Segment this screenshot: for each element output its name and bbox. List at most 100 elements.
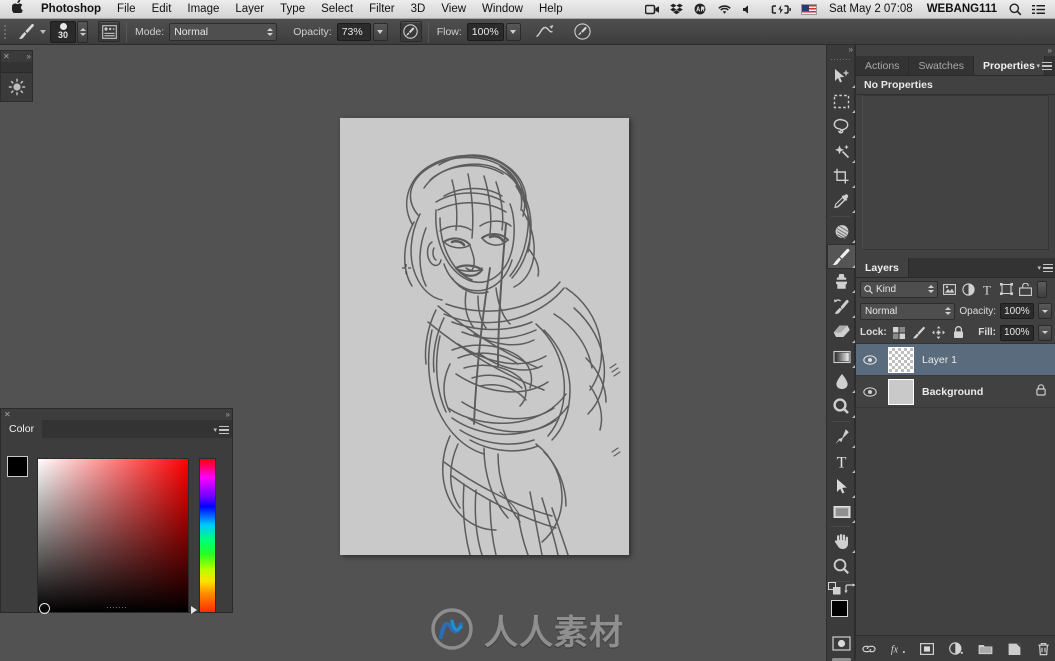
hue-slider[interactable]	[199, 458, 216, 613]
rectangular-marquee-tool[interactable]	[827, 89, 856, 114]
history-brush-tool[interactable]	[827, 294, 856, 319]
color-panel-grip[interactable]	[1, 603, 232, 612]
pen-tool[interactable]	[827, 424, 856, 449]
type-tool[interactable]: T	[827, 449, 856, 474]
layer-fill-dropdown[interactable]	[1038, 324, 1052, 341]
us-flag-icon[interactable]	[796, 3, 822, 15]
panel-menu-icon[interactable]: ▾	[1037, 258, 1053, 278]
expand-icon[interactable]: »	[226, 410, 231, 419]
gradient-tool[interactable]	[827, 344, 856, 369]
new-adjustment-layer-icon[interactable]	[948, 641, 964, 657]
brush-tool[interactable]	[827, 244, 856, 269]
foreground-color-swatch[interactable]	[831, 600, 848, 617]
eye-visible-icon[interactable]	[856, 386, 884, 397]
opacity-dropdown[interactable]	[372, 22, 388, 41]
tab-color[interactable]: Color	[1, 420, 43, 438]
blend-mode-select[interactable]: Normal	[169, 22, 278, 41]
airbrush-icon[interactable]	[399, 21, 422, 42]
path-selection-tool[interactable]	[827, 474, 856, 499]
menu-item-layer[interactable]: Layer	[227, 0, 272, 18]
crop-tool[interactable]	[827, 164, 856, 189]
lock-all-icon[interactable]	[951, 324, 967, 341]
tab-actions[interactable]: Actions	[856, 56, 910, 75]
battery-charging-icon[interactable]	[758, 4, 796, 15]
brush-settings-mini-panel[interactable]: ✕ »	[0, 50, 33, 102]
lasso-tool[interactable]	[827, 114, 856, 139]
layer-blend-mode-select[interactable]: Normal	[860, 302, 956, 320]
layer-fill-value[interactable]: 100%	[1000, 324, 1034, 341]
creative-cloud-icon[interactable]	[688, 3, 712, 15]
close-icon[interactable]: ✕	[4, 410, 11, 419]
new-group-icon[interactable]	[977, 641, 993, 657]
document-canvas[interactable]	[340, 118, 629, 555]
tab-properties[interactable]: Properties	[973, 56, 1045, 75]
volume-icon[interactable]	[737, 4, 758, 15]
layer-name[interactable]: Layer 1	[918, 354, 957, 366]
blur-tool[interactable]	[827, 369, 856, 394]
panel-menu-icon[interactable]: ▾	[213, 420, 229, 440]
menubar-datetime[interactable]: Sat May 2 07:08	[822, 0, 920, 18]
menu-item-image[interactable]: Image	[179, 0, 227, 18]
search-icon[interactable]	[1004, 3, 1027, 16]
layer-style-fx-icon[interactable]: fx	[890, 641, 906, 657]
eraser-tool[interactable]	[827, 319, 856, 344]
menu-item-photoshop[interactable]: Photoshop	[33, 0, 109, 18]
brush-size-stepper[interactable]	[77, 20, 88, 43]
link-layers-icon[interactable]	[861, 641, 877, 657]
quick-mask-icon[interactable]	[827, 632, 856, 654]
pixel-layer-filter-icon[interactable]	[941, 281, 957, 298]
tab-layers[interactable]: Layers	[856, 258, 909, 277]
spot-healing-brush-tool[interactable]	[827, 219, 856, 244]
clone-stamp-tool[interactable]	[827, 269, 856, 294]
layer-thumbnail[interactable]	[884, 346, 918, 373]
rectangle-shape-tool[interactable]	[827, 499, 856, 524]
menu-item-help[interactable]: Help	[531, 0, 571, 18]
dock-collapse-icon[interactable]: »	[856, 45, 1055, 56]
dodge-tool[interactable]	[827, 394, 856, 419]
menu-item-select[interactable]: Select	[313, 0, 361, 18]
layer-filter-kind-select[interactable]: Kind	[860, 280, 938, 298]
menu-item-window[interactable]: Window	[474, 0, 531, 18]
toolbar-color-swatches[interactable]	[827, 598, 857, 632]
filter-toggle-icon[interactable]	[1037, 280, 1047, 298]
quick-selection-tool[interactable]	[827, 139, 856, 164]
table-row[interactable]: Background	[856, 376, 1055, 408]
opacity-value[interactable]: 73%	[336, 22, 371, 41]
move-tool[interactable]	[827, 64, 856, 89]
shape-layer-filter-icon[interactable]	[998, 281, 1014, 298]
dropbox-icon[interactable]	[665, 3, 688, 15]
panel-menu-icon[interactable]: ▾	[1036, 56, 1052, 76]
flow-dropdown[interactable]	[505, 22, 521, 41]
lock-image-pixels-icon[interactable]	[911, 324, 927, 341]
tools-panel-grip[interactable]	[827, 55, 854, 64]
delete-layer-icon[interactable]	[1035, 641, 1051, 657]
screen-recorder-icon[interactable]	[640, 4, 665, 15]
layer-thumbnail[interactable]	[884, 378, 918, 405]
lock-position-icon[interactable]	[931, 324, 947, 341]
eyedropper-tool[interactable]	[827, 189, 856, 214]
mini-panel-tab[interactable]	[1, 62, 32, 73]
table-row[interactable]: Layer 1	[856, 344, 1055, 376]
menu-item-file[interactable]: File	[109, 0, 144, 18]
menu-item-edit[interactable]: Edit	[144, 0, 180, 18]
brush-tool-icon[interactable]	[16, 22, 36, 42]
smart-object-filter-icon[interactable]	[1017, 281, 1033, 298]
menu-item-filter[interactable]: Filter	[361, 0, 403, 18]
type-layer-filter-icon[interactable]: T	[979, 281, 995, 298]
hand-tool[interactable]	[827, 529, 856, 554]
brush-panel-icon[interactable]	[98, 21, 120, 42]
brush-preset-dropdown-caret[interactable]	[36, 29, 46, 34]
menubar-username[interactable]: WEBANG111	[920, 0, 1004, 18]
color-panel-swatches[interactable]	[7, 456, 39, 488]
zoom-tool[interactable]	[827, 554, 856, 579]
foreground-color-swatch[interactable]	[7, 456, 28, 477]
menu-item-type[interactable]: Type	[272, 0, 313, 18]
flow-value[interactable]: 100%	[466, 22, 504, 41]
tab-swatches[interactable]: Swatches	[909, 56, 974, 75]
lock-transparent-pixels-icon[interactable]	[891, 324, 907, 341]
apple-logo-icon[interactable]	[0, 0, 33, 18]
eye-visible-icon[interactable]	[856, 354, 884, 365]
wifi-icon[interactable]	[712, 4, 737, 15]
brush-size-indicator[interactable]: 30	[50, 20, 76, 43]
smoothing-icon[interactable]	[535, 22, 555, 42]
